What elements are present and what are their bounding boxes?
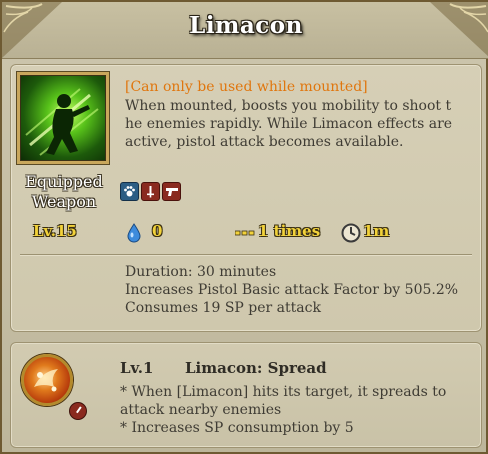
sword-mini-icon [69, 402, 87, 420]
cooldown: 1m [363, 222, 390, 240]
skill-description: When mounted, boosts you mobility to sho… [125, 97, 475, 151]
attribute-line: attack nearby enemies [120, 402, 282, 418]
description-line: active, pistol attack becomes available. [125, 134, 404, 150]
equipped-line1: Equipped [25, 172, 103, 191]
hits-dashes-icon [235, 230, 255, 236]
equipped-weapon-label: Equipped Weapon [16, 172, 112, 212]
effect-line: Consumes 19 SP per attack [125, 300, 321, 316]
restriction-text: [Can only be used while mounted] [125, 79, 368, 95]
attribute-line: * When [Limacon] hits its target, it spr… [120, 384, 447, 400]
sword-icon [141, 182, 160, 201]
hit-count: 1 times [258, 222, 321, 240]
attribute-line: * Increases SP consumption by 5 [120, 420, 354, 436]
divider [20, 254, 472, 255]
description-line: When mounted, boosts you mobility to sho… [125, 98, 452, 114]
sp-drop-icon [127, 223, 141, 243]
corner-ornament-right-icon [430, 2, 488, 57]
effect-line: Duration: 30 minutes [125, 264, 277, 280]
gunner-silhouette-icon [17, 72, 109, 164]
spread-attribute-icon [21, 354, 73, 406]
title-bar: Limacon [2, 2, 488, 59]
attribute-description: * When [Limacon] hits its target, it spr… [120, 383, 475, 437]
attribute-level: Lv.1 [120, 359, 154, 377]
clock-icon [341, 223, 361, 243]
skill-level: Lv.15 [33, 222, 77, 240]
paw-icon [120, 182, 139, 201]
sp-cost: 0 [152, 222, 163, 240]
weapon-badges [120, 182, 181, 201]
attribute-name: Limacon: Spread [185, 359, 327, 377]
skill-title: Limacon [189, 12, 303, 39]
equipped-line2: Weapon [31, 192, 97, 211]
description-line: he enemies rapidly. While Limacon effect… [125, 116, 453, 132]
pistol-icon [162, 182, 181, 201]
effect-line: Increases Pistol Basic attack Factor by … [125, 282, 459, 298]
skill-tooltip: Limacon Equipped Weapon [Can only be use… [0, 0, 488, 454]
skill-stats-row: Lv.15 0 1 times 1m [2, 222, 488, 248]
skill-effects: Duration: 30 minutes Increases Pistol Ba… [125, 263, 458, 317]
